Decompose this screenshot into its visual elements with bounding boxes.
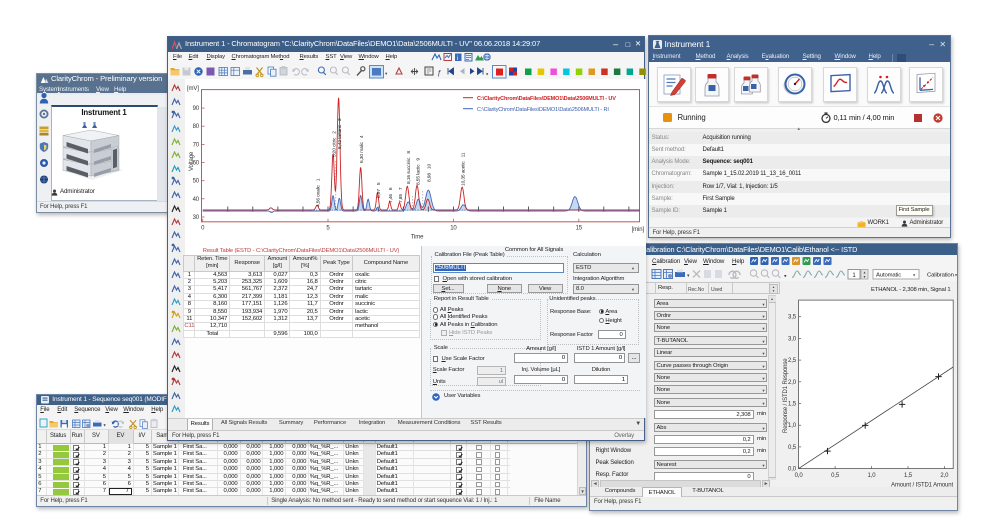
svg-text:0,5: 0,5 [788,444,797,450]
svg-text:2,0: 2,0 [940,473,949,479]
svg-text:3,0: 3,0 [788,336,797,342]
svg-text:Response / ISTD1 Response: Response / ISTD1 Response [783,357,789,432]
svg-text:2,5: 2,5 [788,358,797,364]
svg-text:Time: Time [411,235,424,241]
svg-text:1,0: 1,0 [788,423,797,429]
svg-text:5: 5 [326,226,330,232]
svg-text:10: 10 [450,226,457,232]
svg-text:▾: ▾ [486,71,489,76]
svg-text:6,975: 6,975 [376,182,382,198]
svg-text:15: 15 [576,226,583,232]
svg-text:0,0: 0,0 [788,466,797,472]
svg-text:30: 30 [193,215,200,221]
svg-text:0,5: 0,5 [831,473,840,479]
svg-text:60: 60 [193,161,200,167]
svg-text:7,857: 7,857 [398,187,404,203]
svg-text:1,5: 1,5 [904,473,913,479]
svg-text:5,20 citric2: 5,20 citric2 [332,131,338,157]
svg-text:7,466: 7,466 [388,187,394,203]
svg-text:[min]: [min] [632,227,645,233]
svg-text:90: 90 [193,106,200,112]
svg-text:80: 80 [193,124,200,130]
svg-text:0,0: 0,0 [795,473,804,479]
svg-text:[mV]: [mV] [187,86,199,92]
svg-text:▾: ▾ [687,273,690,279]
svg-text:50: 50 [193,179,200,185]
svg-text:ETHANOL - 2,308 min, Signal 1: ETHANOL - 2,308 min, Signal 1 [871,287,951,293]
svg-text:2,0: 2,0 [788,379,797,385]
svg-text:3,5: 3,5 [788,314,797,320]
svg-text:▾: ▾ [784,273,787,279]
svg-text:Automatic: Automatic [876,272,901,278]
svg-text:0: 0 [201,226,205,232]
svg-text:1,0: 1,0 [868,473,877,479]
svg-text:C:\ClarityChrom\DataFiles\DEMO: C:\ClarityChrom\DataFiles\DEMO1\Data\250… [477,107,609,113]
svg-text:C:\ClarityChrom\DataFiles\DEMO: C:\ClarityChrom\DataFiles\DEMO1\Data\250… [477,96,616,102]
svg-text:10,35 acetic11: 10,35 acetic11 [461,152,467,186]
svg-text:40: 40 [193,197,200,203]
svg-text:▾: ▾ [104,422,107,427]
svg-text:1,5: 1,5 [788,401,797,407]
svg-text:i: i [457,55,458,62]
svg-text:▾: ▾ [385,71,388,76]
svg-text:70: 70 [193,142,200,148]
svg-text:▾: ▾ [864,274,866,279]
svg-text:Calibration: Calibration [927,272,954,278]
svg-text:▾: ▾ [955,272,958,277]
svg-text:ƒ: ƒ [437,68,441,77]
